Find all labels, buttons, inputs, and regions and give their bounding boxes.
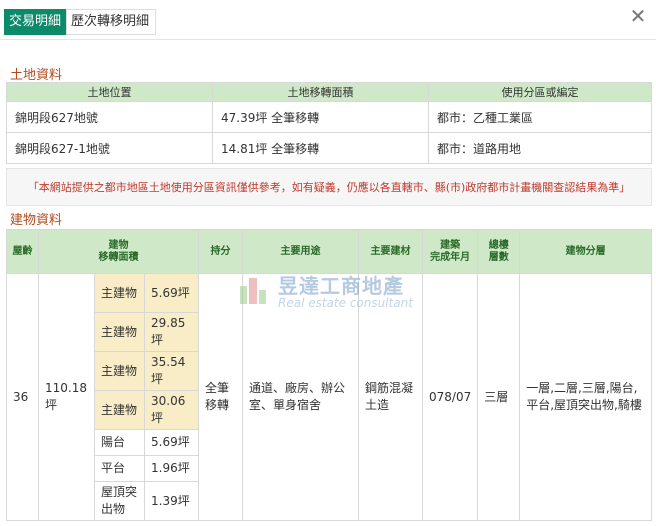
bldg-share: 全筆移轉 — [198, 273, 243, 521]
land-header-area: 土地移轉面積 — [212, 82, 429, 102]
land-section-title: 土地資料 — [10, 68, 63, 83]
sub-item-value: 5.69坪 — [144, 273, 199, 313]
bldg-header-share: 持分 — [198, 229, 243, 274]
bldg-header-age: 屋齡 — [6, 229, 39, 274]
land-header-location: 土地位置 — [6, 82, 213, 102]
bldg-built: 078/07 — [421, 273, 479, 521]
bldg-header-split: 建物分層 — [519, 229, 652, 274]
bldg-header-floors: 總樓 層數 — [477, 229, 521, 274]
close-icon[interactable]: ✕ — [628, 6, 648, 26]
land-cell: 錦明段627地號 — [6, 101, 213, 133]
bldg-header-material: 主要建材 — [358, 229, 423, 274]
land-table: 土地位置 土地移轉面積 使用分區或編定 錦明段627地號 47.39坪 全筆移轉… — [6, 82, 652, 164]
top-bar: 交易明細 歷次轉移明細 ✕ — [0, 0, 656, 40]
building-table: 屋齡 建物 移轉面積 持分 主要用途 主要建材 建築 完成年月 總樓 層數 建物… — [6, 229, 652, 521]
building-section-title: 建物資料 — [10, 213, 63, 228]
bldg-material: 鋼筋混凝土造 — [358, 273, 423, 521]
sub-item-name: 主建物 — [94, 390, 145, 430]
bldg-header-area-text: 建物 移轉面積 — [98, 239, 139, 263]
zoning-disclaimer: 「本網站提供之都市地區土地使用分區資訊僅供參考，如有疑義，仍應以各直轄市、縣(市… — [6, 168, 652, 206]
sub-item-name: 屋頂突出物 — [94, 481, 145, 521]
sub-item-value: 5.69坪 — [144, 429, 199, 456]
table-row: 錦明段627地號 47.39坪 全筆移轉 都市：乙種工業區 — [6, 101, 652, 133]
table-row: 36 110.18坪 主建物 5.69坪 全筆移轉 通道、廠房、辦公室、單身宿舍… — [6, 273, 652, 521]
bldg-header-built-text: 建築 完成年月 — [430, 239, 471, 263]
sub-item-name: 陽台 — [94, 429, 145, 456]
sub-item-name: 平台 — [94, 455, 145, 482]
sub-item-name: 主建物 — [94, 312, 145, 352]
land-cell: 47.39坪 全筆移轉 — [212, 101, 429, 133]
sub-item-value: 35.54坪 — [144, 351, 199, 391]
land-cell: 14.81坪 全筆移轉 — [212, 132, 429, 164]
bldg-header-area: 建物 移轉面積 — [38, 229, 199, 274]
land-header-zoning: 使用分區或編定 — [428, 82, 652, 102]
land-cell: 錦明段627-1地號 — [6, 132, 213, 164]
bldg-header-built: 建築 完成年月 — [421, 229, 479, 274]
land-cell: 都市：道路用地 — [428, 132, 652, 164]
bldg-age: 36 — [6, 273, 39, 521]
bldg-floors: 三層 — [477, 273, 521, 521]
sub-item-value: 29.85坪 — [144, 312, 199, 352]
sub-item-name: 主建物 — [94, 273, 145, 313]
sub-item-value: 1.96坪 — [144, 455, 199, 482]
bldg-header-use: 主要用途 — [242, 229, 359, 274]
bldg-use: 通道、廠房、辦公室、單身宿舍 — [242, 273, 359, 521]
bldg-header-floors-text: 總樓 層數 — [488, 239, 509, 263]
table-row: 錦明段627-1地號 14.81坪 全筆移轉 都市：道路用地 — [6, 132, 652, 164]
sub-item-value: 30.06坪 — [144, 390, 199, 430]
land-cell: 都市：乙種工業區 — [428, 101, 652, 133]
bldg-area-total: 110.18坪 — [38, 273, 95, 521]
tab-transaction-details[interactable]: 交易明細 — [4, 9, 66, 35]
sub-item-name: 主建物 — [94, 351, 145, 391]
bldg-split: 一層,二層,三層,陽台,平台,屋頂突出物,騎樓 — [519, 273, 652, 521]
sub-item-value: 1.39坪 — [144, 481, 199, 521]
tab-transfer-history[interactable]: 歷次轉移明細 — [66, 9, 156, 35]
